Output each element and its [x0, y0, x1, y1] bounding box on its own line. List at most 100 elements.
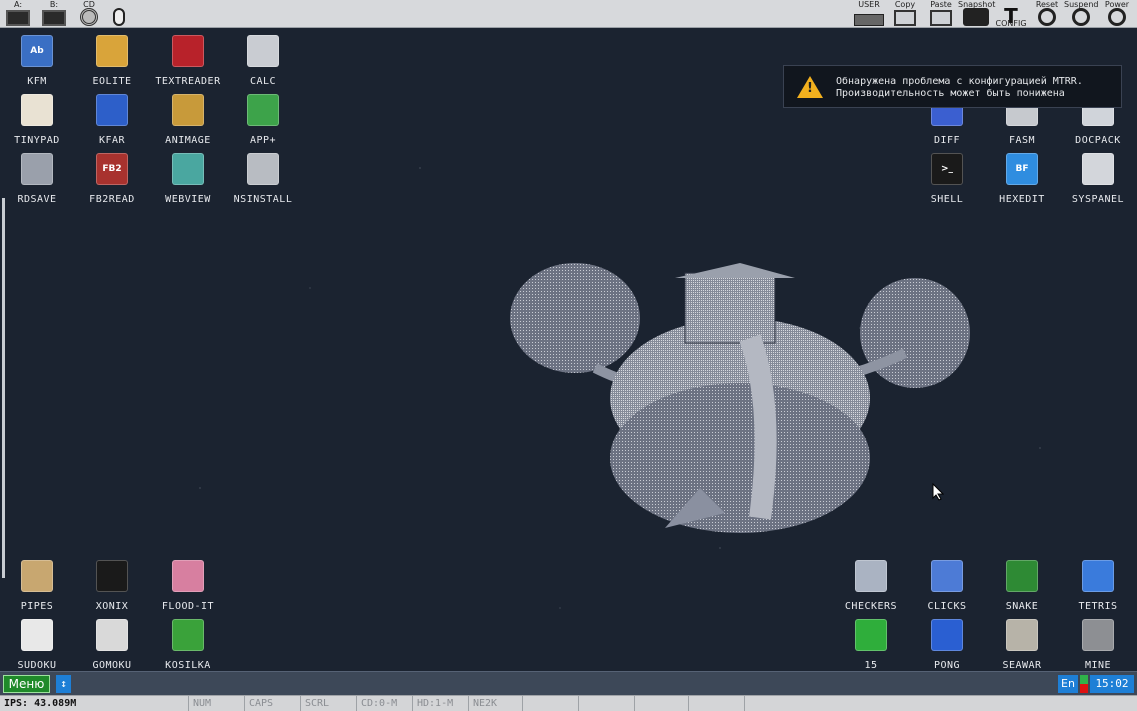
- desktop-icon-kfar[interactable]: KFAR: [75, 90, 149, 148]
- rdsave-icon: [21, 153, 53, 185]
- desktop-icon-kfm[interactable]: Ab KFM: [0, 31, 74, 89]
- hd-indicator: HD:1-M: [412, 696, 468, 711]
- mine-icon: [1082, 619, 1114, 651]
- desktop-icon-label: EOLITE: [92, 76, 132, 87]
- pong-icon: [931, 619, 963, 651]
- clock[interactable]: 15:02: [1090, 675, 1134, 693]
- desktop-icon-xonix[interactable]: XONIX: [75, 556, 149, 614]
- desktop-icon-pipes[interactable]: PIPES: [0, 556, 74, 614]
- desktop-icon-label: SUDOKU: [17, 660, 57, 671]
- mouse-cursor: [932, 483, 944, 501]
- desktop-icon-label: TETRIS: [1078, 601, 1118, 612]
- keyboard-toolbar-button[interactable]: USER: [852, 0, 886, 28]
- reset-toolbar-button[interactable]: Reset: [1030, 0, 1064, 28]
- num-lock-indicator: NUM: [188, 696, 244, 711]
- menu-button[interactable]: Меню: [3, 675, 50, 693]
- toolbar-subcaption: CONFIG: [995, 19, 1027, 28]
- cd-drive-toolbar-button[interactable]: CD: [74, 0, 104, 28]
- hexedit-icon: BF: [1006, 153, 1038, 185]
- desktop-icon-tinypad[interactable]: TINYPAD: [0, 90, 74, 148]
- keyboard-icon: [854, 14, 884, 26]
- flood-it-icon: [172, 560, 204, 592]
- ips-counter: IPS: 43.089M: [4, 698, 77, 709]
- desktop-icon-15[interactable]: 15: [834, 615, 908, 673]
- left-edge-bar: [2, 198, 5, 578]
- toolbar-caption: USER: [858, 0, 880, 9]
- desktop-icon-sudoku[interactable]: SUDOKU: [0, 615, 74, 673]
- desktop-icon-mine[interactable]: MINE: [1061, 615, 1135, 673]
- desktop-icon-seawar[interactable]: SEAWAR: [985, 615, 1059, 673]
- desktop-icon-label: HEXEDIT: [999, 194, 1045, 205]
- clicks-icon: [931, 560, 963, 592]
- camera-toolbar-button[interactable]: Snapshot: [958, 0, 995, 28]
- desktop-icon-app-[interactable]: APP+: [226, 90, 300, 148]
- animage-icon: [172, 94, 204, 126]
- warning-icon: !: [797, 76, 823, 98]
- network-indicator: NE2K: [468, 696, 522, 711]
- keyboard-language-button[interactable]: En: [1058, 675, 1078, 693]
- power-icon: [1108, 8, 1126, 26]
- desktop-icon-label: PIPES: [20, 601, 54, 612]
- power-toolbar-button[interactable]: Power: [1100, 0, 1134, 28]
- desktop-icon-label: CALC: [249, 76, 277, 87]
- desktop-icon-flood-it[interactable]: FLOOD-IT: [151, 556, 225, 614]
- desktop-icon-pong[interactable]: PONG: [910, 615, 984, 673]
- desktop-icon-label: ANIMAGE: [165, 135, 211, 146]
- treehouse-wallpaper-art: [510, 263, 970, 533]
- desktop-icon-label: DOCPACK: [1075, 135, 1121, 146]
- status-cell-empty: [688, 696, 744, 711]
- floppy-drive-toolbar-button[interactable]: A:: [2, 0, 34, 28]
- kfm-icon: Ab: [21, 35, 53, 67]
- desktop-icon-label: WEBVIEW: [165, 194, 211, 205]
- desktop-icon-checkers[interactable]: CHECKERS: [834, 556, 908, 614]
- tetris-icon: [1082, 560, 1114, 592]
- scroll-lock-indicator: SCRL: [300, 696, 356, 711]
- desktop-icon-label: RDSAVE: [17, 194, 57, 205]
- desktop-icon-textreader[interactable]: TEXTREADER: [151, 31, 225, 89]
- desktop-icon-calc[interactable]: CALC: [226, 31, 300, 89]
- desktop-icon-label: GOMOKU: [92, 660, 132, 671]
- floppy-drive-icon: [6, 10, 30, 26]
- desktop-icon-tetris[interactable]: TETRIS: [1061, 556, 1135, 614]
- desktop-icon-shell[interactable]: >_ SHELL: [910, 149, 984, 207]
- suspend-toolbar-button[interactable]: Suspend: [1064, 0, 1098, 28]
- sudoku-icon: [21, 619, 53, 651]
- floppy-drive-toolbar-button[interactable]: B:: [38, 0, 70, 28]
- checkers-icon: [855, 560, 887, 592]
- desktop-icon-gomoku[interactable]: GOMOKU: [75, 615, 149, 673]
- desktop-icon-kosilka[interactable]: KOSILKA: [151, 615, 225, 673]
- mouse-toolbar-button[interactable]: [106, 0, 132, 28]
- desktop-icon-label: 15: [864, 660, 878, 671]
- desktop-icon-rdsave[interactable]: RDSAVE: [0, 149, 74, 207]
- syspanel-icon: [1082, 153, 1114, 185]
- desktop-icon-label: XONIX: [95, 601, 129, 612]
- snake-icon: [1006, 560, 1038, 592]
- desktop-icon-eolite[interactable]: EOLITE: [75, 31, 149, 89]
- desktop-icon-syspanel[interactable]: SYSPANEL: [1061, 149, 1135, 207]
- config-toolbar-button[interactable]: T CONFIG: [994, 0, 1028, 28]
- notification-line-2: Производительность может быть понижена: [836, 88, 1065, 99]
- desktop-icon-label: SNAKE: [1005, 601, 1039, 612]
- status-cell-empty: [634, 696, 688, 711]
- desktop-icon-animage[interactable]: ANIMAGE: [151, 90, 225, 148]
- desktop: Ab KFM EOLITE TEXTREADER CALC TINYPAD KFAR ANIM…: [0, 28, 1137, 671]
- mtrr-warning-notification[interactable]: ! Обнаружена проблема с конфигурацией MT…: [783, 65, 1122, 108]
- desktop-icon-clicks[interactable]: CLICKS: [910, 556, 984, 614]
- shell-icon: >_: [931, 153, 963, 185]
- calc-icon: [247, 35, 279, 67]
- window-switch-button[interactable]: ↕: [56, 675, 71, 693]
- desktop-icon-webview[interactable]: WEBVIEW: [151, 149, 225, 207]
- desktop-icon-fb2read[interactable]: FB2 FB2READ: [75, 149, 149, 207]
- mouse-icon: [113, 8, 125, 26]
- copy-toolbar-button[interactable]: Copy: [888, 0, 922, 28]
- app-plus-icon: [247, 94, 279, 126]
- kfar-icon: [96, 94, 128, 126]
- desktop-icon-snake[interactable]: SNAKE: [985, 556, 1059, 614]
- fifteen-icon: [855, 619, 887, 651]
- taskbar: Меню ↕ En 15:02: [0, 671, 1137, 695]
- desktop-icon-hexedit[interactable]: BF HEXEDIT: [985, 149, 1059, 207]
- paste-toolbar-button[interactable]: Paste: [924, 0, 958, 28]
- desktop-icon-nsinstall[interactable]: NSINSTALL: [226, 149, 300, 207]
- webview-icon: [172, 153, 204, 185]
- desktop-icon-label: DIFF: [933, 135, 961, 146]
